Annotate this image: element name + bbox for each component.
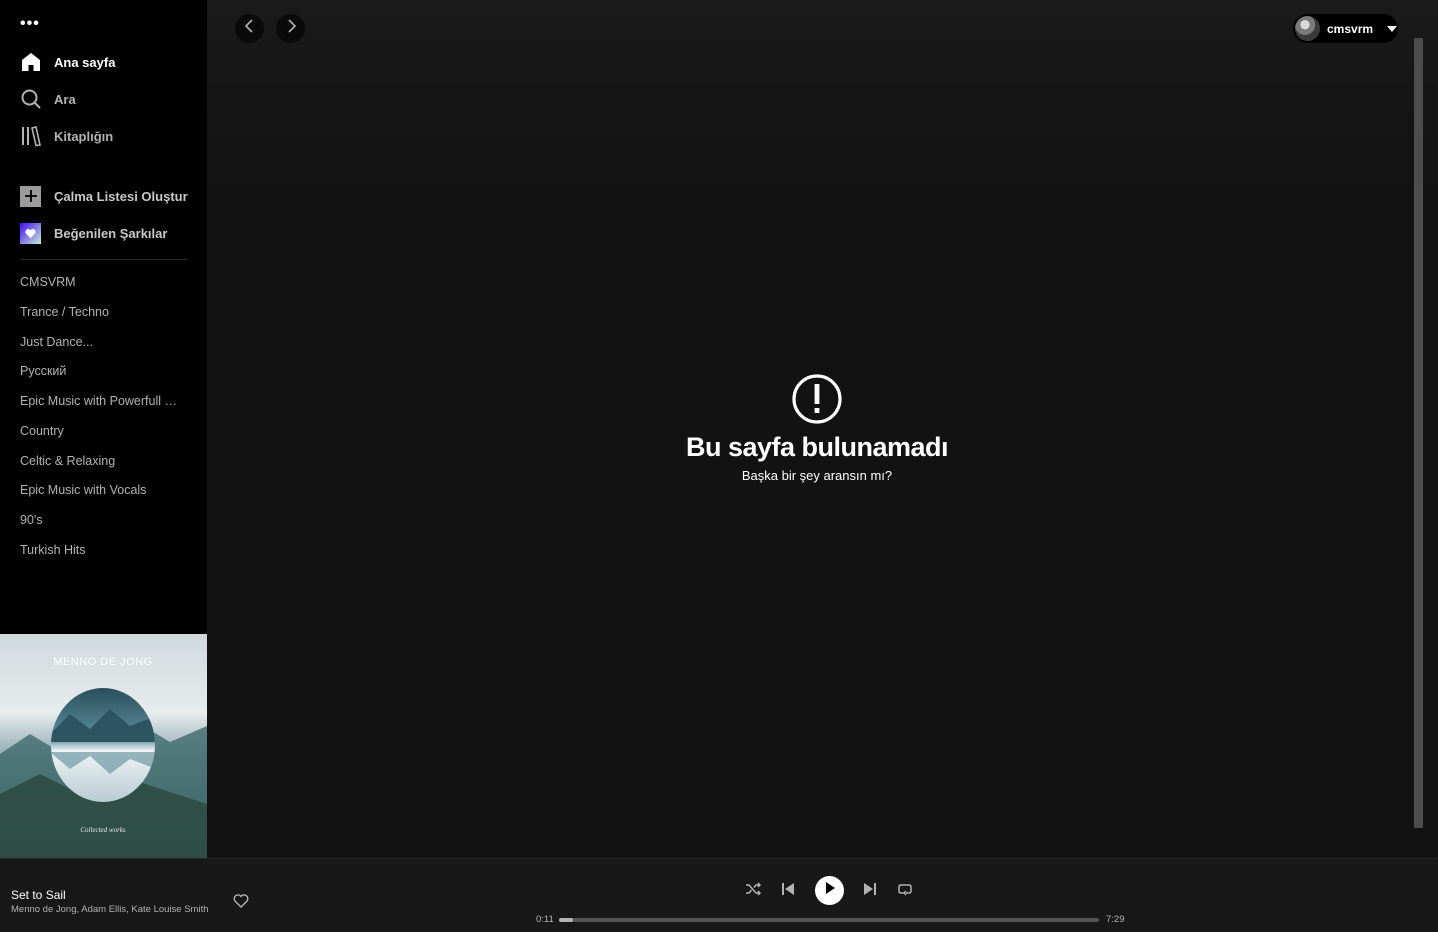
track-artists[interactable]: Menno de Jong, Adam Ellis, Kate Louise S… — [11, 904, 209, 915]
create-playlist-button[interactable]: Çalma Listesi Oluştur — [20, 185, 188, 207]
forward-button[interactable] — [276, 14, 305, 43]
sidebar-divider — [20, 259, 187, 260]
spotify-app: ••• Ana sayfa Ara Kitaplığın Çalma Liste… — [0, 0, 1438, 932]
repeat-button[interactable] — [894, 880, 916, 902]
skip-back-icon — [781, 882, 795, 901]
playlist-item[interactable]: Trance / Techno — [20, 305, 190, 319]
playlist-item[interactable]: Celtic & Relaxing — [20, 454, 190, 468]
playlist-item[interactable]: Русский — [20, 364, 190, 378]
cover-art-text: MENNO DE JONG — [53, 656, 152, 668]
skip-forward-icon — [863, 882, 877, 901]
nav-home[interactable]: Ana sayfa — [20, 50, 115, 74]
now-playing-cover[interactable]: MENNO DE JONG Collected works — [0, 634, 207, 858]
error-subtitle: Başka bir şey aransın mı? — [741, 468, 893, 483]
playlist-item[interactable]: Epic Music with Vocals — [20, 483, 190, 497]
elapsed-time: 0:11 — [536, 914, 554, 925]
nav-search[interactable]: Ara — [20, 87, 76, 111]
more-menu-button[interactable]: ••• — [20, 16, 44, 32]
avatar — [1295, 16, 1320, 41]
plus-icon — [20, 185, 41, 207]
cover-art-subtitle: Collected works — [80, 826, 126, 834]
progress-fill — [559, 918, 573, 922]
main-view: cmsvrm Bu sayfa bulunamadı Başka bir şey… — [207, 0, 1438, 858]
play-icon — [824, 881, 836, 900]
progress-bar[interactable] — [559, 918, 1099, 922]
playlist-item[interactable]: 90's — [20, 513, 190, 527]
like-button[interactable] — [233, 893, 249, 909]
nav-search-label: Ara — [54, 91, 76, 107]
nav-library-label: Kitaplığın — [54, 128, 114, 144]
playlist-item[interactable]: CMSVRM — [20, 275, 190, 289]
create-playlist-label: Çalma Listesi Oluştur — [54, 188, 188, 204]
next-button[interactable] — [859, 880, 881, 902]
playlist-item[interactable]: Epic Music with Powerfull Choirs — [20, 394, 185, 408]
duration-time: 7:29 — [1106, 914, 1125, 925]
caret-down-icon — [1387, 25, 1398, 32]
search-icon — [20, 88, 42, 110]
error-title: Bu sayfa bulunamadı — [685, 432, 949, 462]
home-icon — [20, 51, 42, 73]
repeat-icon — [897, 882, 913, 901]
scrollbar[interactable] — [1414, 38, 1423, 828]
user-menu-button[interactable]: cmsvrm — [1293, 14, 1398, 43]
library-icon — [20, 125, 42, 147]
exclamation-icon — [791, 373, 843, 425]
heart-outline-icon — [233, 894, 249, 913]
liked-songs-label: Beğenilen Şarkılar — [54, 225, 168, 241]
nav-home-label: Ana sayfa — [54, 54, 116, 70]
heart-icon — [20, 222, 41, 244]
previous-button[interactable] — [777, 880, 799, 902]
shuffle-button[interactable] — [742, 880, 764, 902]
playlist-item[interactable]: Country — [20, 424, 190, 438]
player-bar: Set to Sail Menno de Jong, Adam Ellis, K… — [0, 858, 1438, 932]
playlist-item[interactable]: Turkish Hits — [20, 543, 190, 557]
chevron-right-icon — [285, 19, 297, 38]
back-button[interactable] — [235, 14, 264, 43]
chevron-left-icon — [244, 19, 256, 38]
play-button[interactable] — [815, 876, 844, 905]
shuffle-icon — [745, 881, 762, 901]
nav-library[interactable]: Kitaplığın — [20, 124, 113, 148]
liked-songs-button[interactable]: Beğenilen Şarkılar — [20, 222, 167, 244]
username-label: cmsvrm — [1327, 21, 1374, 36]
playlist-item[interactable]: Just Dance... — [20, 335, 190, 349]
track-title[interactable]: Set to Sail — [11, 888, 66, 902]
